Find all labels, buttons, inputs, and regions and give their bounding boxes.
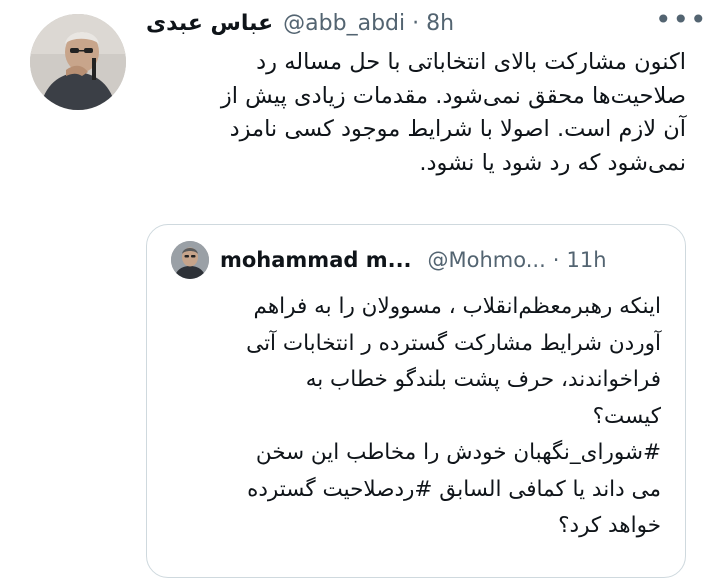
separator-dot: · [412, 10, 420, 36]
tweet-text-line: نمی‌شود که رد شود یا نشود. [419, 149, 686, 176]
author-display-name[interactable]: عباس عبدی [146, 11, 273, 36]
quoted-text-line: اینکه رهبرمعظم‌انقلاب ، مسوولان را به فر… [253, 294, 661, 319]
quoted-tweet-card[interactable]: mohammad m... @Mohmo... · 11h اینکه رهبر… [146, 224, 686, 578]
quoted-text-line: #شورای_نگهبان خودش را مخاطب این سخن [255, 440, 661, 465]
tweet-text-line: صلاحیت‌ها محقق نمی‌شود. مقدمات زیادی پیش… [220, 82, 686, 109]
quoted-tweet-timestamp[interactable]: 11h [566, 248, 606, 272]
quoted-text-line: می داند یا کمافی السابق #ردصلاحیت گسترده [247, 476, 661, 502]
tweet-text-line: آن لازم است. اصولا با شرایط موجود کسی نا… [229, 116, 686, 142]
quoted-text-line: فراخواندند، حرف پشت بلندگو خطاب به [305, 367, 661, 392]
quoted-author-handle[interactable]: @Mohmo... [428, 248, 546, 272]
quoted-tweet-text: اینکه رهبرمعظم‌انقلاب ، مسوولان را به فر… [161, 289, 661, 545]
quoted-tweet-header: mohammad m... @Mohmo... · 11h [220, 243, 607, 277]
tweet-text-line: اکنون مشارکت بالای انتخاباتی با حل مساله… [256, 49, 686, 75]
quoted-author-display-name[interactable]: mohammad m... [220, 248, 412, 272]
quoted-text-line: خواهد کرد؟ [558, 513, 661, 538]
quoted-author-avatar[interactable] [171, 241, 209, 279]
tweet-text: اکنون مشارکت بالای انتخاباتی با حل مساله… [146, 46, 686, 180]
tweet-timestamp[interactable]: 8h [426, 11, 454, 36]
author-avatar[interactable] [30, 14, 126, 110]
author-photo [30, 14, 126, 110]
quoted-text-line: آوردن شرایط مشارکت گسترده ر انتخابات آتی [246, 330, 661, 356]
author-handle[interactable]: @abb_abdi [283, 11, 405, 36]
tweet-header: عباس عبدی @abb_abdi · 8h [146, 6, 454, 40]
quoted-author-photo [171, 241, 209, 279]
separator-dot: · [552, 248, 560, 272]
more-options-icon[interactable]: ••• [655, 6, 707, 34]
quoted-text-line: کیست؟ [592, 403, 661, 429]
